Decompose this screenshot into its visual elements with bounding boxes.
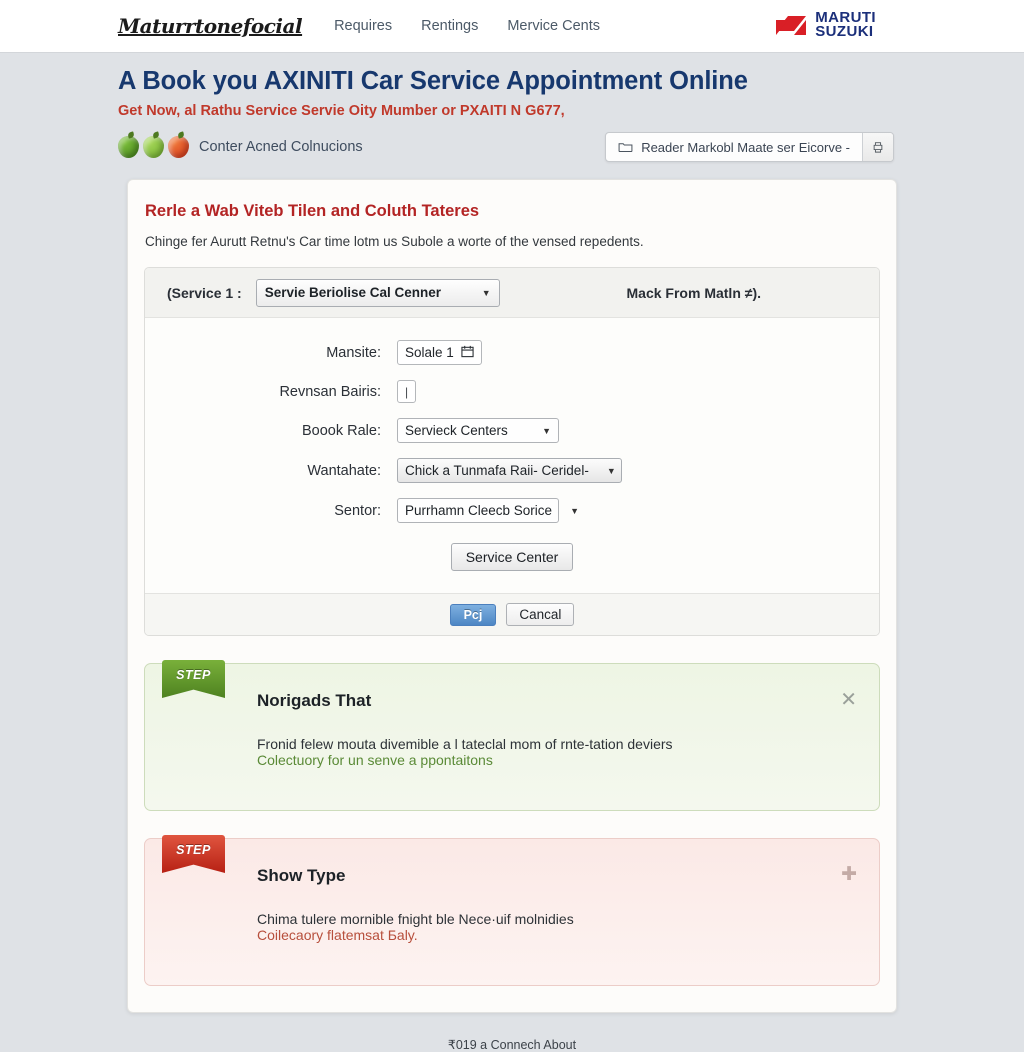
reader-select-value: Reader Markobl Maate ser Eicorve - (641, 139, 850, 155)
form-panel-footer: Pcj Cancal (145, 593, 879, 635)
field-label-boook-rale: Boook Rale: (302, 422, 381, 439)
sentor-select[interactable]: Purrhamn Cleecb Sorice ▼ (397, 498, 579, 523)
sentor-select-value: Purrhamn Cleecb Sorice (405, 503, 553, 518)
field-label-wantahate: Wantahate: (307, 462, 381, 479)
calendar-icon[interactable] (461, 345, 474, 361)
suzuki-s-icon (774, 12, 808, 39)
cancel-button[interactable]: Cancal (506, 603, 575, 626)
page-footer: ₹019 a Connech About (447, 1038, 577, 1052)
service-center-select[interactable]: Servie Beriolise Cal Cenner ▼ (255, 278, 500, 307)
form-row-revnsan-bairis: Revnsan Bairis: | (145, 380, 879, 403)
submit-button[interactable]: Pcj (449, 603, 497, 626)
service-center-button-row: Service Center (145, 538, 879, 579)
form-panel-body: Mansite: Solale 1 Revnsan Bairis: | Booo… (145, 318, 879, 593)
primary-nav: Requires Rentings Mervice Cents (334, 18, 600, 34)
card-heading: Rerle a Wab Viteb Tilen and Coluth Tater… (145, 202, 480, 220)
reader-select-group[interactable]: Reader Markobl Maate ser Eicorve - (605, 132, 894, 162)
service-form-panel: (Service 1 : Servie Beriolise Cal Cenner… (144, 267, 880, 636)
form-row-wantahate: Wantahate: Chick a Tunmafa Raii- Ceridel… (145, 458, 879, 483)
close-icon[interactable]: ✕ (840, 690, 857, 710)
field-control-wantahate: Chick a Tunmafa Raii- Ceridel- ▼ (397, 458, 622, 483)
plus-icon[interactable]: ✚ (841, 865, 857, 884)
boook-rale-select-value: Servieck Centers (405, 423, 508, 438)
tiny-text-input[interactable]: | (397, 380, 416, 403)
maruti-suzuki-logo: MARUTI SUZUKI (774, 10, 876, 40)
reader-select[interactable]: Reader Markobl Maate ser Eicorve - (606, 133, 862, 161)
apple-row-label: Conter Acned Colnucions (199, 139, 363, 155)
logo-line-2: SUZUKI (815, 23, 874, 40)
service-center-button[interactable]: Service Center (450, 543, 574, 571)
apple-red-icon (168, 136, 189, 158)
nav-link-requires[interactable]: Requires (334, 18, 392, 34)
form-row-mansite: Mansite: Solale 1 (145, 340, 879, 365)
chevron-down-icon: ▼ (481, 287, 491, 298)
form-row-sentor: Sentor: Purrhamn Cleecb Sorice ▼ (145, 498, 879, 523)
step-title: Show Type (257, 866, 346, 885)
hero-utility-row: Conter Acned Colnucions Reader Markobl M… (118, 132, 1024, 162)
field-control-boook-rale: Servieck Centers ▼ (397, 418, 559, 443)
date-input[interactable]: Solale 1 (397, 340, 482, 365)
field-label-revnsan-bairis: Revnsan Bairis: (279, 383, 381, 400)
top-navigation-bar: Maturrtonefocial Requires Rentings Mervi… (0, 0, 1024, 53)
logo-wordmark: MARUTI SUZUKI (815, 10, 876, 40)
site-brand-logo[interactable]: Maturrtonefocial (118, 14, 303, 38)
date-input-value: Solale 1 (405, 345, 454, 360)
apple-green-dark-icon (118, 136, 139, 158)
form-panel-label: (Service 1 : (167, 284, 242, 301)
step-link[interactable]: Coilecaory flatemsat Бaly. (257, 927, 418, 943)
apple-rating-icons (118, 136, 189, 158)
folder-icon (618, 140, 633, 155)
step-ribbon-tag: STEP (162, 835, 225, 873)
form-row-boook-rale: Boook Rale: Servieck Centers ▼ (145, 418, 879, 443)
print-icon-button[interactable] (862, 133, 893, 161)
field-control-sentor: Purrhamn Cleecb Sorice ▼ (397, 498, 579, 523)
page-body: A Book you AXINITI Car Service Appointme… (0, 53, 1024, 1052)
nav-link-rentings[interactable]: Rentings (421, 18, 478, 34)
field-control-mansite: Solale 1 (397, 340, 482, 365)
service-center-select-value: Servie Beriolise Cal Cenner (264, 285, 442, 300)
field-label-sentor: Sentor: (334, 502, 381, 519)
step-body-text: Fronid felew mouta divemible a l tatecla… (257, 736, 673, 752)
page-subtitle: Get Now, al Rathu Service Servie Oity Mu… (118, 103, 565, 119)
form-panel-header: (Service 1 : Servie Beriolise Cal Cenner… (145, 268, 879, 318)
nav-link-mervice-cents[interactable]: Mervice Cents (507, 18, 600, 34)
chevron-down-icon: ▼ (606, 465, 616, 476)
step-body-text: Chima tulere mornible fnight ble Nece·ui… (257, 911, 574, 927)
chevron-down-icon: ▼ (542, 425, 551, 436)
step-panel-green: STEP ✕ Norigads That Fronid felew mouta … (144, 660, 880, 811)
main-content-card: Rerle a Wab Viteb Tilen and Coluth Tater… (127, 179, 897, 1013)
field-control-revnsan-bairis: | (397, 380, 416, 403)
step-link[interactable]: Colectuory for un senve a ppontaitons (257, 752, 493, 768)
apple-green-light-icon (143, 136, 164, 158)
field-label-mansite: Mansite: (326, 344, 381, 361)
page-title: A Book you AXINITI Car Service Appointme… (118, 67, 748, 95)
form-panel-note: Mack From Matln ≠). (626, 284, 761, 301)
step-ribbon-tag: STEP (162, 660, 225, 698)
hero-section: A Book you AXINITI Car Service Appointme… (0, 53, 1024, 162)
card-lede-text: Chinge fer Aurutt Retnu's Car time lotm … (145, 234, 644, 249)
step-title: Norigads That (257, 691, 372, 710)
step-panel-red: STEP ✚ Show Type Chima tulere mornible f… (144, 835, 880, 986)
chevron-down-icon: ▼ (570, 505, 579, 516)
wantahate-select[interactable]: Chick a Tunmafa Raii- Ceridel- ▼ (397, 458, 622, 483)
boook-rale-select[interactable]: Servieck Centers ▼ (397, 418, 559, 443)
wantahate-select-value: Chick a Tunmafa Raii- Ceridel- (405, 463, 589, 478)
